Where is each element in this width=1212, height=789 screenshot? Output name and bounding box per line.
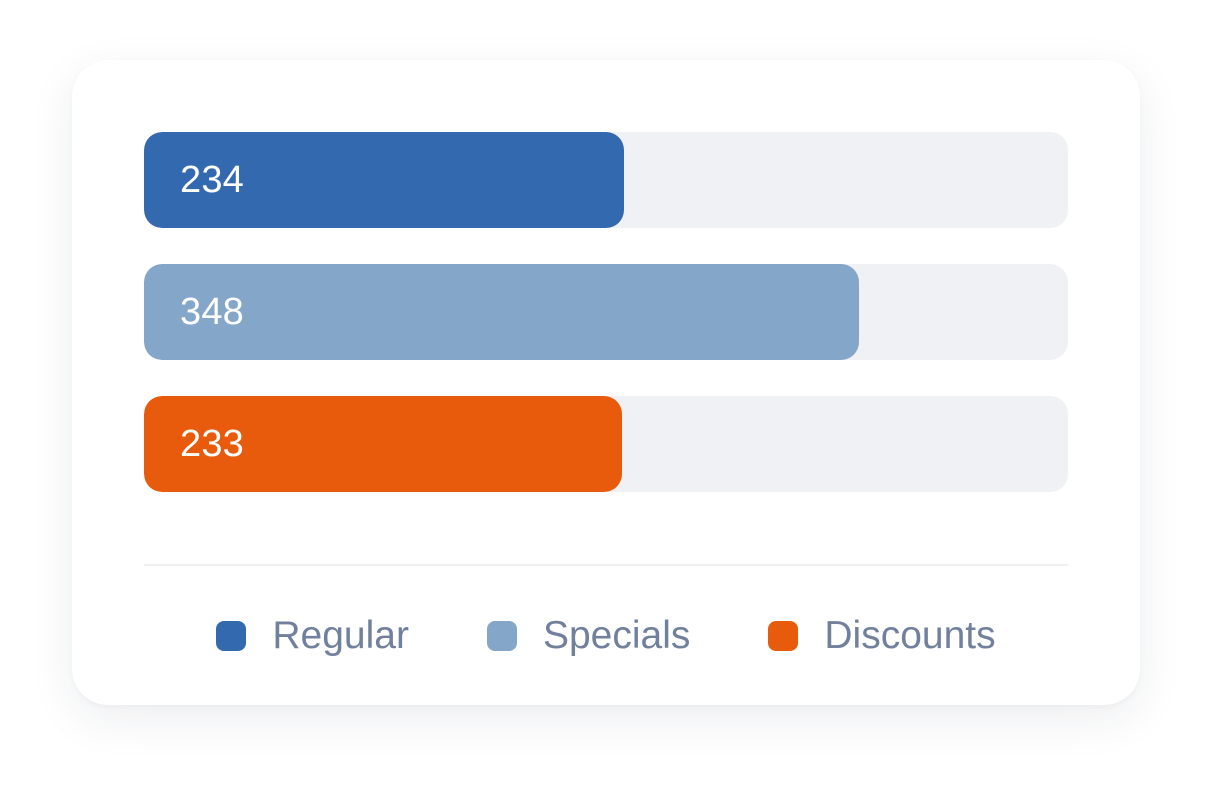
legend-item-discounts: Discounts <box>768 614 996 658</box>
chart-card: 234 348 233 Regular Specials Discounts <box>72 60 1140 705</box>
bar-specials <box>144 264 859 360</box>
bar-value-specials: 348 <box>180 291 245 333</box>
bar-value-discounts: 233 <box>180 423 245 465</box>
legend-swatch-discounts <box>768 621 799 651</box>
legend-swatch-specials <box>486 621 517 651</box>
legend-item-specials: Specials <box>486 614 691 658</box>
chart-legend: Regular Specials Discounts <box>144 608 1068 664</box>
bar-track-regular: 234 <box>144 132 1068 228</box>
legend-label-regular: Regular <box>272 614 409 657</box>
legend-divider <box>144 564 1068 566</box>
bar-value-regular: 234 <box>180 159 245 201</box>
legend-label-discounts: Discounts <box>824 614 996 657</box>
bar-group: 234 348 233 <box>144 132 1068 528</box>
legend-item-regular: Regular <box>216 614 409 658</box>
bar-track-discounts: 233 <box>144 396 1068 492</box>
legend-swatch-regular <box>216 621 247 651</box>
legend-label-specials: Specials <box>542 614 691 657</box>
bar-track-specials: 348 <box>144 264 1068 360</box>
